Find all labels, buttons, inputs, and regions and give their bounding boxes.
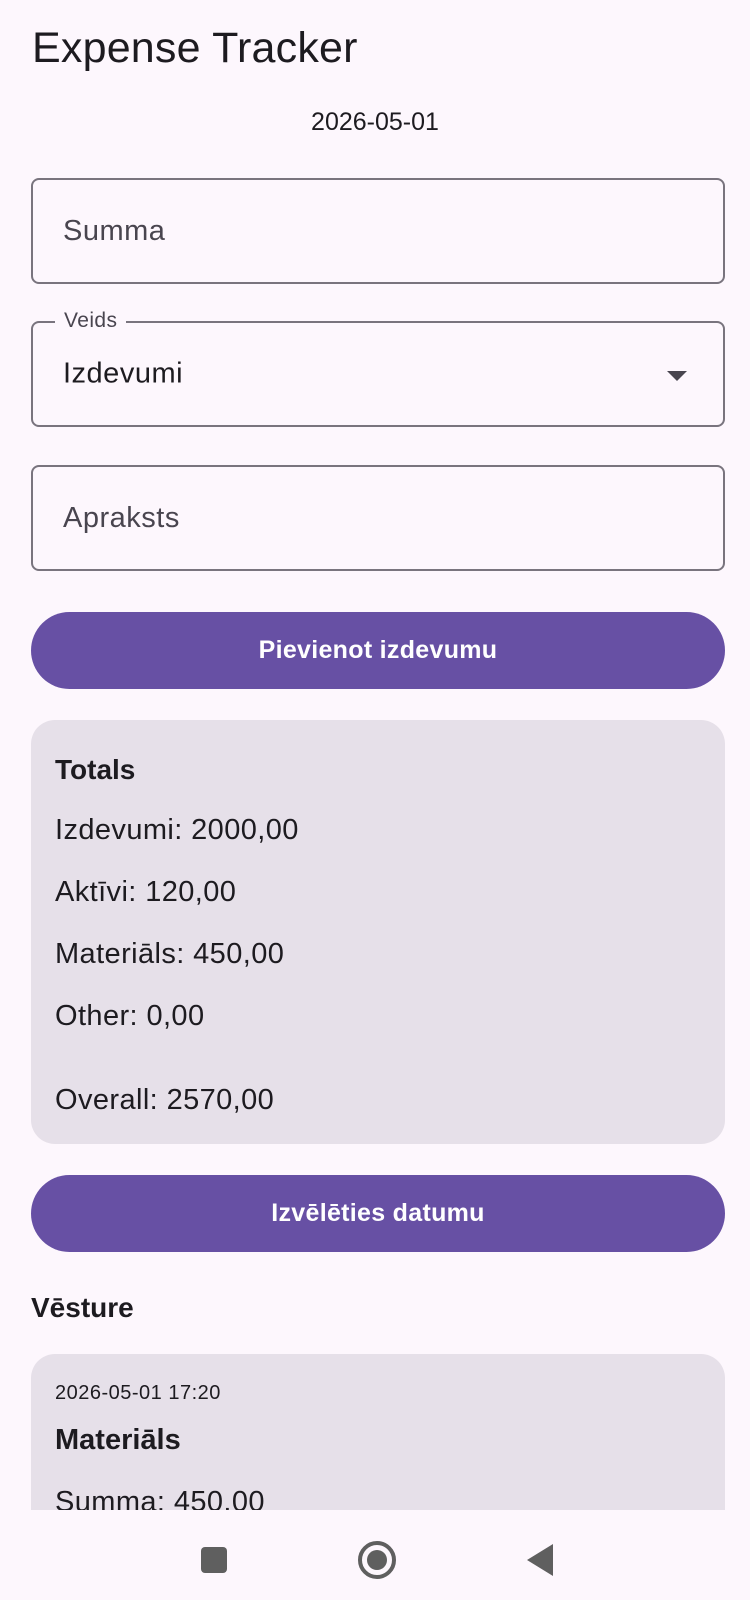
history-entry-timestamp: 2026-05-01 17:20 [55,1382,221,1404]
app-title: Expense Tracker [32,24,358,72]
totals-materials: Materiāls: 450,00 [55,938,285,970]
amount-input[interactable] [33,180,723,282]
type-select-value: Izdevumi [63,357,184,390]
totals-title: Totals [55,754,136,785]
home-button[interactable] [355,1538,399,1582]
choose-date-button[interactable]: Izvēlēties datumu [31,1175,725,1252]
back-triangle-icon [527,1544,553,1576]
totals-card: Totals Izdevumi: 2000,00 Aktīvi: 120,00 … [31,720,725,1144]
totals-overall: Overall: 2570,00 [55,1084,275,1116]
home-circle-icon [358,1541,396,1579]
home-dot-icon [367,1550,387,1570]
type-select[interactable]: Veids Izdevumi [31,309,725,427]
type-select-label: Veids [55,309,127,333]
back-button[interactable] [518,1538,562,1582]
chevron-down-icon[interactable] [667,371,687,381]
totals-expenses: Izdevumi: 2000,00 [55,814,299,846]
description-input[interactable] [33,467,723,569]
add-expense-button[interactable]: Pievienot izdevumu [31,612,725,689]
square-icon [201,1547,227,1573]
history-title: Vēsture [31,1292,134,1323]
expense-tracker-screen: Expense Tracker 2026-05-01 Veids Izdevum… [0,0,750,1600]
totals-other: Other: 0,00 [55,1000,205,1032]
amount-field[interactable] [31,178,725,284]
recents-button[interactable] [192,1538,236,1582]
history-entry-category: Materiāls [55,1424,181,1456]
current-date: 2026-05-01 [311,108,439,136]
totals-assets: Aktīvi: 120,00 [55,876,237,908]
system-nav-bar [0,1510,750,1600]
description-field[interactable] [31,465,725,571]
